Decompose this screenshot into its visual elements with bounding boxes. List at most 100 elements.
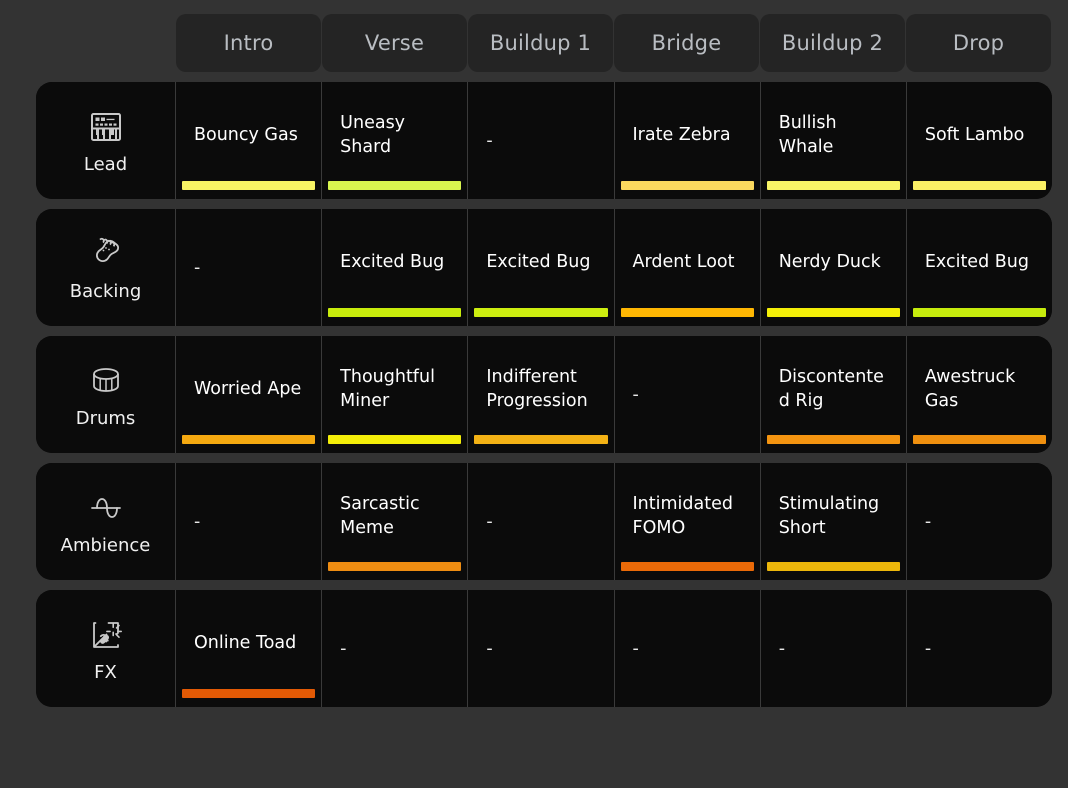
track-header-ambience[interactable]: Ambience	[36, 463, 176, 580]
clip-name: Bullish Whale	[779, 111, 888, 159]
clip-lane: Worried Ape Thoughtful Miner Indifferent P…	[176, 336, 1052, 453]
clip-cell[interactable]: Awestruck Gas	[907, 336, 1052, 453]
clip-cell[interactable]: Bouncy Gas	[176, 82, 322, 199]
clip-intensity-bar	[913, 435, 1046, 444]
section-tab-label: Buildup 1	[490, 31, 591, 55]
clip-name: Discontented Rig	[779, 365, 888, 413]
clip-name: -	[925, 510, 931, 534]
clip-intensity-bar	[767, 181, 900, 190]
clip-name: Nerdy Duck	[779, 250, 881, 274]
clip-name: -	[779, 637, 785, 661]
clip-cell[interactable]: Intimidated FOMO	[615, 463, 761, 580]
clip-cell[interactable]: Online Toad	[176, 590, 322, 707]
section-tab-drop[interactable]: Drop	[906, 14, 1051, 72]
section-tab-buildup-2[interactable]: Buildup 2	[760, 14, 905, 72]
clip-intensity-bar	[621, 308, 754, 317]
clip-intensity-bar	[328, 435, 461, 444]
drum-icon	[85, 360, 127, 402]
clip-cell[interactable]: Bullish Whale	[761, 82, 907, 199]
section-header: Intro Verse Buildup 1 Bridge Buildup 2 Drop	[176, 14, 1052, 72]
clip-cell-empty[interactable]: -	[615, 336, 761, 453]
track-header-lead[interactable]: Lead	[36, 82, 176, 199]
clip-name: Irate Zebra	[633, 123, 731, 147]
clip-lane: Bouncy Gas Uneasy Shard - Irate Zebra Bullis…	[176, 82, 1052, 199]
clip-lane: -Sarcastic Meme-Intimidated FOMOStimulat…	[176, 463, 1052, 580]
clip-lane: - Excited Bug Excited Bug Ardent Loot Nerdy …	[176, 209, 1052, 326]
section-tab-verse[interactable]: Verse	[322, 14, 467, 72]
clip-name: Uneasy Shard	[340, 111, 449, 159]
track-row: Ambience-Sarcastic Meme-Intimidated FOMO…	[36, 463, 1052, 580]
clip-name: Excited Bug	[340, 250, 444, 274]
section-tab-label: Intro	[224, 31, 274, 55]
clip-name: Awestruck Gas	[925, 365, 1034, 413]
section-tab-label: Drop	[953, 31, 1004, 55]
clip-name: -	[486, 637, 492, 661]
section-tab-label: Bridge	[652, 31, 722, 55]
track-name-label: FX	[94, 662, 117, 683]
synth-keyboard-icon	[85, 106, 127, 148]
section-tab-label: Verse	[365, 31, 424, 55]
clip-cell[interactable]: Nerdy Duck	[761, 209, 907, 326]
track-list: LeadBouncy Gas Uneasy Shard - Irate Zebra Bu…	[36, 82, 1052, 707]
clip-name: Ardent Loot	[633, 250, 735, 274]
clip-cell-empty[interactable]: -	[468, 590, 614, 707]
section-tab-label: Buildup 2	[782, 31, 883, 55]
clip-name: Excited Bug	[925, 250, 1029, 274]
clip-intensity-bar	[328, 181, 461, 190]
magic-wand-icon	[85, 614, 127, 656]
clip-cell-empty[interactable]: -	[322, 590, 468, 707]
track-header-drums[interactable]: Drums	[36, 336, 176, 453]
clip-cell[interactable]: Excited Bug	[907, 209, 1052, 326]
clip-name: Thoughtful Miner	[340, 365, 449, 413]
clip-cell[interactable]: Irate Zebra	[615, 82, 761, 199]
clip-name: -	[925, 637, 931, 661]
clip-name: -	[194, 256, 200, 280]
clip-cell[interactable]: Stimulating Short	[761, 463, 907, 580]
clip-cell[interactable]: Uneasy Shard	[322, 82, 468, 199]
clip-cell[interactable]: Sarcastic Meme	[322, 463, 468, 580]
track-header-backing[interactable]: Backing	[36, 209, 176, 326]
clip-name: -	[486, 129, 492, 153]
clip-intensity-bar	[621, 562, 754, 571]
guitar-icon	[85, 233, 127, 275]
clip-cell[interactable]: Worried Ape	[176, 336, 322, 453]
clip-cell-empty[interactable]: -	[176, 463, 322, 580]
sine-wave-icon	[85, 487, 127, 529]
clip-cell-empty[interactable]: -	[615, 590, 761, 707]
clip-cell[interactable]: Soft Lambo	[907, 82, 1052, 199]
clip-lane: Online Toad - - - - -	[176, 590, 1052, 707]
clip-cell[interactable]: Indifferent Progression	[468, 336, 614, 453]
clip-intensity-bar	[474, 308, 607, 317]
clip-name: Intimidated FOMO	[633, 492, 742, 540]
clip-name: Online Toad	[194, 631, 296, 655]
clip-cell-empty[interactable]: -	[907, 590, 1052, 707]
section-tab-buildup-1[interactable]: Buildup 1	[468, 14, 613, 72]
clip-intensity-bar	[182, 181, 315, 190]
clip-intensity-bar	[767, 308, 900, 317]
clip-cell[interactable]: Discontented Rig	[761, 336, 907, 453]
clip-cell[interactable]: Ardent Loot	[615, 209, 761, 326]
clip-name: Sarcastic Meme	[340, 492, 449, 540]
clip-cell-empty[interactable]: -	[176, 209, 322, 326]
clip-name: -	[633, 637, 639, 661]
track-name-label: Ambience	[61, 535, 151, 556]
track-header-fx[interactable]: FX	[36, 590, 176, 707]
clip-name: -	[194, 510, 200, 534]
clip-cell[interactable]: Excited Bug	[468, 209, 614, 326]
clip-cell[interactable]: Excited Bug	[322, 209, 468, 326]
track-name-label: Drums	[76, 408, 136, 429]
clip-cell-empty[interactable]: -	[468, 463, 614, 580]
clip-cell-empty[interactable]: -	[761, 590, 907, 707]
clip-intensity-bar	[182, 689, 315, 698]
clip-name: -	[340, 637, 346, 661]
track-row: Backing - Excited Bug Excited Bug Ardent Loo…	[36, 209, 1052, 326]
track-row: FX Online Toad - - - - -	[36, 590, 1052, 707]
track-name-label: Backing	[70, 281, 142, 302]
arrangement-grid: Intro Verse Buildup 1 Bridge Buildup 2 Drop L…	[0, 0, 1068, 788]
section-tab-bridge[interactable]: Bridge	[614, 14, 759, 72]
clip-cell-empty[interactable]: -	[907, 463, 1052, 580]
clip-cell-empty[interactable]: -	[468, 82, 614, 199]
section-tab-intro[interactable]: Intro	[176, 14, 321, 72]
clip-cell[interactable]: Thoughtful Miner	[322, 336, 468, 453]
clip-name: Excited Bug	[486, 250, 590, 274]
